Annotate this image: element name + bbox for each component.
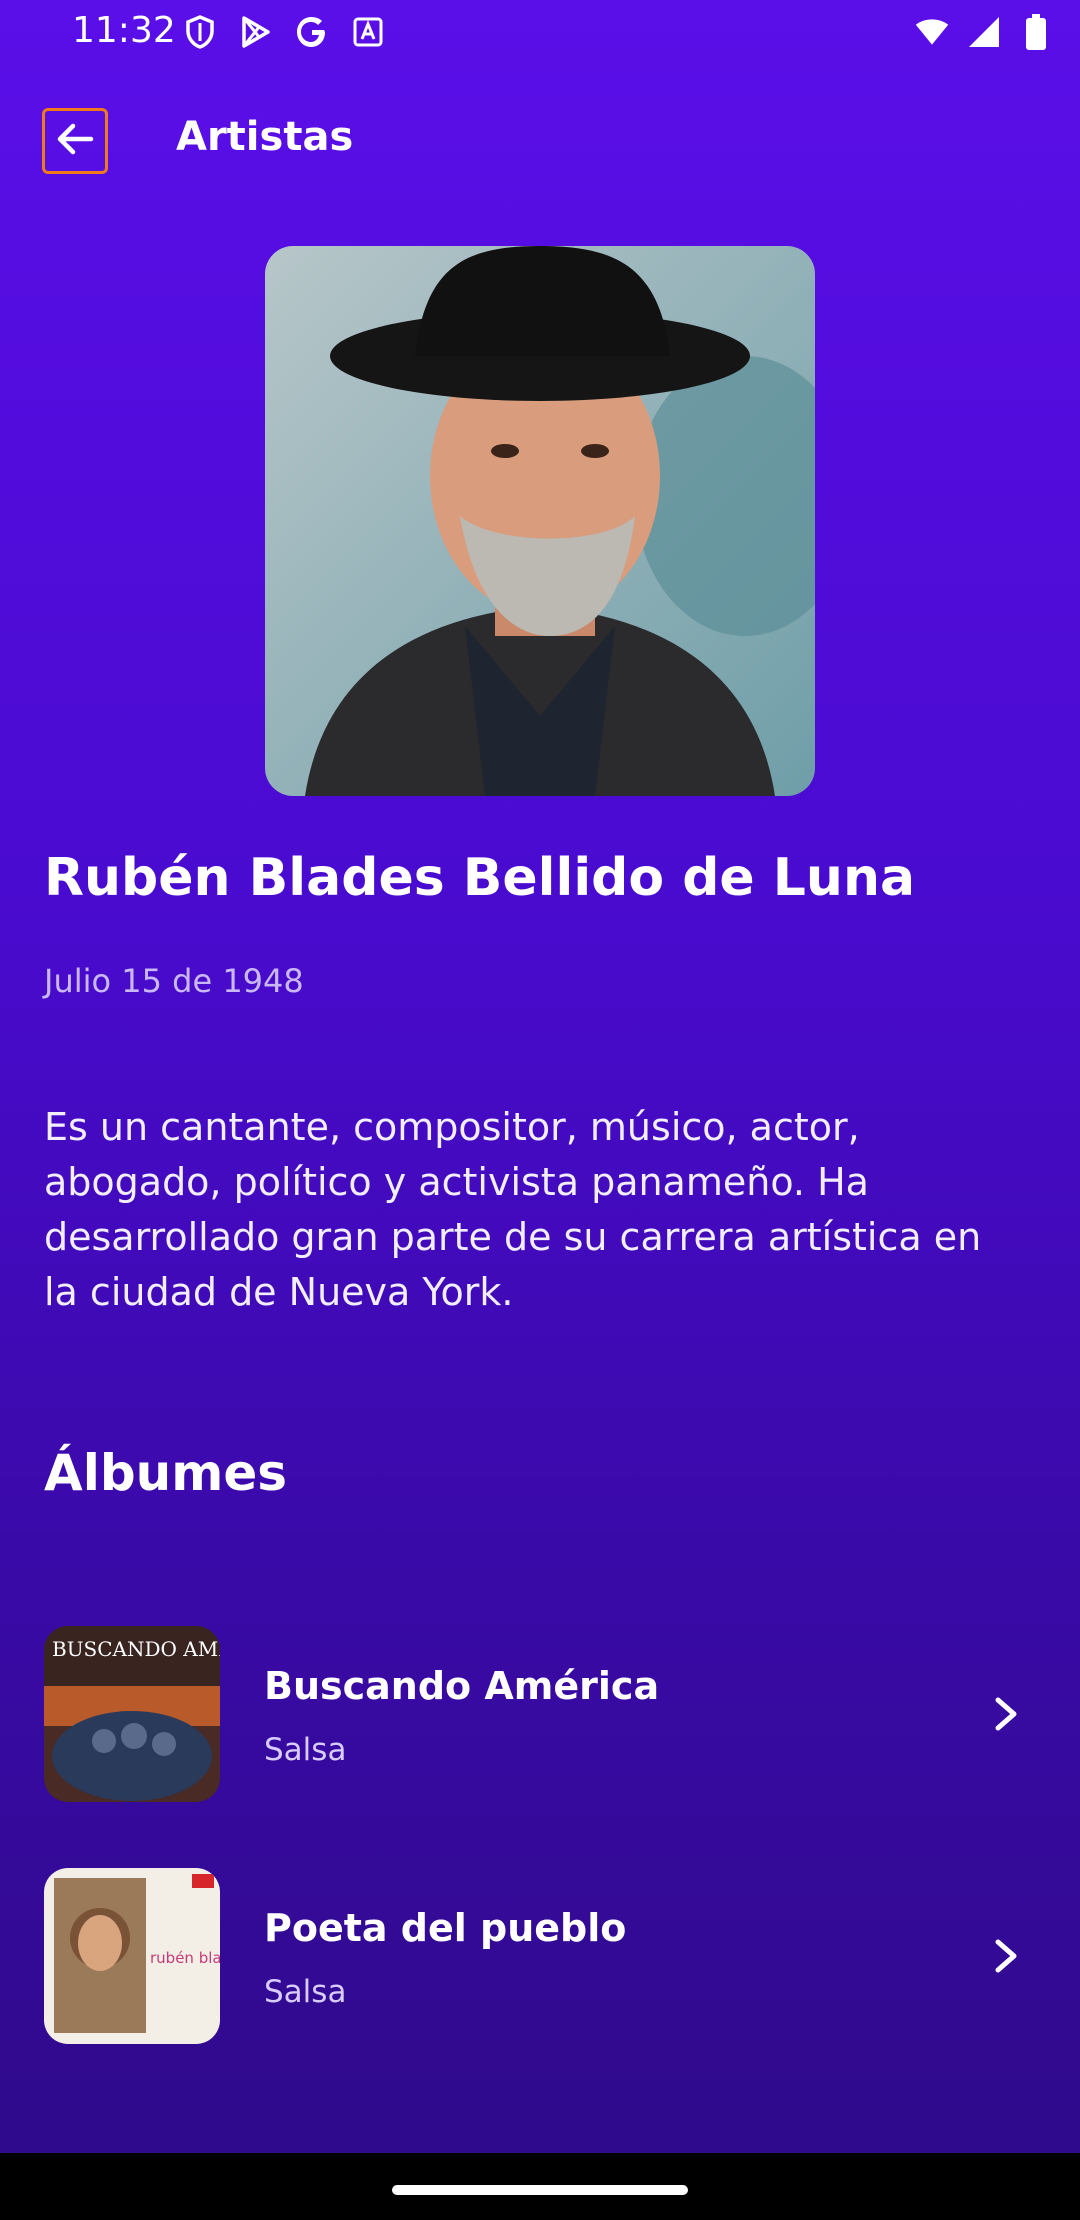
status-time: 11:32 xyxy=(72,10,176,51)
artist-description: Es un cantante, compositor, músico, acto… xyxy=(44,1105,982,1314)
artist-photo xyxy=(265,246,815,796)
album-title: Poeta del pueblo xyxy=(264,1906,627,1950)
system-nav-bar xyxy=(0,2153,1080,2220)
shield-icon xyxy=(182,14,218,50)
chevron-right-icon xyxy=(978,1928,1034,1984)
artist-birth-date: Julio 15 de 1948 xyxy=(44,962,304,1000)
albums-heading: Álbumes xyxy=(44,1444,287,1502)
artist-name: Rubén Blades Bellido de Luna xyxy=(44,848,916,908)
wifi-icon xyxy=(914,14,950,50)
status-right-icons xyxy=(914,14,1054,50)
album-cover-text: rubén blades poeta del pueblo xyxy=(150,1949,220,1967)
app-bar: Artistas xyxy=(0,100,1080,190)
album-item-poeta-del-pueblo[interactable]: rubén blades poeta del pueblo Poeta del … xyxy=(44,1868,1034,2044)
google-icon xyxy=(294,14,330,50)
play-store-icon xyxy=(238,14,274,50)
status-left-icons xyxy=(182,14,386,50)
page-title: Artistas xyxy=(176,114,354,160)
battery-icon xyxy=(1018,14,1054,50)
back-button[interactable] xyxy=(42,108,108,174)
signal-icon xyxy=(966,14,1002,50)
album-item-buscando-america[interactable]: BUSCANDO AMÉRICA Buscando América Salsa xyxy=(44,1626,1034,1802)
home-indicator[interactable] xyxy=(392,2185,688,2195)
album-cover: BUSCANDO AMÉRICA xyxy=(44,1626,220,1802)
chevron-right-icon xyxy=(978,1686,1034,1742)
arrow-left-icon xyxy=(53,117,97,165)
album-title: Buscando América xyxy=(264,1664,660,1708)
album-genre: Salsa xyxy=(264,1732,347,1768)
album-cover: rubén blades poeta del pueblo xyxy=(44,1868,220,2044)
album-genre: Salsa xyxy=(264,1974,347,2010)
album-cover-text: BUSCANDO AMÉRICA xyxy=(52,1637,220,1661)
translate-icon xyxy=(350,14,386,50)
status-bar: 11:32 xyxy=(0,0,1080,64)
